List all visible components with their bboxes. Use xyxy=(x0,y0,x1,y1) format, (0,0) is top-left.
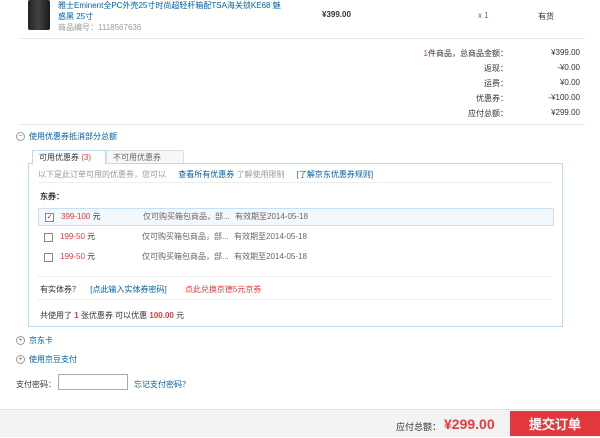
coupon-hint-suffix: 了解使用限制 xyxy=(236,170,285,179)
submit-order-button[interactable]: 提交订单 xyxy=(510,411,600,436)
summary-shipping-value: ¥0.00 xyxy=(559,78,580,87)
coupon-row[interactable]: 199-50 元 仅可购买箱包商品，部... 有效期至2014-05-18 xyxy=(38,249,552,265)
summary-payable-value: ¥299.00 xyxy=(551,108,580,117)
summary-payable: 应付总额： ¥299.00 xyxy=(360,108,580,123)
coupon-total-count: 1 xyxy=(74,311,79,320)
summary-goods-value: ¥399.00 xyxy=(551,48,580,57)
coupon-amount: 199-50 xyxy=(60,252,85,261)
physical-coupon-label: 有实体券？ xyxy=(40,285,80,294)
coupon-total-mid: 张优惠券 可以优惠 xyxy=(80,311,148,320)
product-quantity: x 1 xyxy=(478,11,489,20)
physical-coupon-row: 有实体券？ [点此输入实体券密码] 点此兑换京德5元京券 xyxy=(40,284,261,295)
coupon-rules-link[interactable]: [了解京东优惠券规则] xyxy=(297,170,373,179)
coupon-section-toggle[interactable]: − 使用优惠券抵消部分总额 xyxy=(16,131,117,142)
coupon-unit: 元 xyxy=(92,212,101,221)
coupon-checkbox[interactable] xyxy=(44,233,53,242)
expand-icon: + xyxy=(16,355,25,364)
summary-shipping: 运费： ¥0.00 xyxy=(360,78,580,93)
pay-password-input[interactable] xyxy=(58,374,128,390)
coupon-checkbox[interactable]: ✓ xyxy=(45,213,54,222)
coupon-amount: 399-100 xyxy=(61,212,91,221)
coupon-description: 仅可购买箱包商品，部... xyxy=(142,252,229,261)
jingdou-label: 使用京豆支付 xyxy=(29,355,77,364)
tab-available-label: 可用优惠券 xyxy=(39,153,79,162)
coupon-hint: 以下是此订单可用的优惠券，您可以 查看所有优惠券 了解使用限制 [了解京东优惠券… xyxy=(38,169,373,180)
summary-payable-label: 应付总额： xyxy=(468,109,508,118)
coupon-row[interactable]: 199-50 元 仅可购买箱包商品，部... 有效期至2014-05-18 xyxy=(38,229,552,245)
summary-shipping-label: 运费： xyxy=(484,79,508,88)
coupon-row[interactable]: ✓ 399-100 元 仅可购买箱包商品，部... 有效期至2014-05-18 xyxy=(38,208,554,226)
coupon-section-title: 使用优惠券抵消部分总额 xyxy=(29,132,117,141)
product-stock-status: 有货 xyxy=(538,12,554,21)
jingdou-toggle[interactable]: + 使用京豆支付 xyxy=(16,354,77,365)
coupon-expiry: 有效期至2014-05-18 xyxy=(235,212,308,221)
product-name-line1: 雅士Eminent全PC外壳25寸时尚超轻杆箱配TSA海关锁KE68 魅 xyxy=(58,1,281,10)
forgot-password-link[interactable]: 忘记支付密码？ xyxy=(134,379,190,390)
product-thumbnail[interactable] xyxy=(28,0,50,30)
summary-cashback-label: 返现： xyxy=(484,64,508,73)
pay-password-label: 支付密码： xyxy=(16,380,56,389)
product-name-line2: 惑黑 25寸 xyxy=(58,12,94,21)
product-price: ¥399.00 xyxy=(322,10,351,19)
coupon-description: 仅可购买箱包商品，部... xyxy=(142,232,229,241)
coupon-panel xyxy=(28,163,563,327)
jdcard-label: 京东卡 xyxy=(29,336,53,345)
product-code: 商品编号：1118567636 xyxy=(58,23,142,32)
jdcard-toggle[interactable]: + 京东卡 xyxy=(16,335,53,346)
summary-cashback-value: -¥0.00 xyxy=(557,63,580,72)
summary-coupon-label: 优惠券： xyxy=(476,94,508,103)
coupon-total-unit: 元 xyxy=(176,311,185,320)
coupon-total: 共使用了 1 张优惠券 可以优惠 100.00 元 xyxy=(40,310,184,321)
product-name-link[interactable]: 雅士Eminent全PC外壳25寸时尚超轻杆箱配TSA海关锁KE68 魅 惑黑 … xyxy=(58,0,288,22)
enter-physical-coupon-link[interactable]: [点此输入实体券密码] xyxy=(90,285,166,294)
coupon-description: 仅可购买箱包商品，部... xyxy=(143,212,230,221)
footer-total-label: 应付总额： xyxy=(396,422,442,432)
coupon-amount: 199-50 xyxy=(60,232,85,241)
summary-goods-label: 件商品，总商品金额： xyxy=(428,49,508,58)
coupon-checkbox[interactable] xyxy=(44,253,53,262)
summary-coupon-value: -¥100.00 xyxy=(548,93,580,102)
coupon-unit: 元 xyxy=(87,232,96,241)
coupon-group-label: 东券： xyxy=(40,192,64,201)
expand-icon: + xyxy=(16,336,25,345)
coupon-expiry: 有效期至2014-05-18 xyxy=(234,252,307,261)
coupon-expiry: 有效期至2014-05-18 xyxy=(234,232,307,241)
exchange-coupon-link[interactable]: 点此兑换京德5元京券 xyxy=(185,285,261,294)
summary-coupon: 优惠券： -¥100.00 xyxy=(360,93,580,108)
coupon-total-amount: 100.00 xyxy=(149,311,174,320)
tab-available-coupons[interactable]: 可用优惠券 (3) xyxy=(32,150,106,165)
footer-total-value: ¥299.00 xyxy=(444,416,495,432)
coupon-hint-text: 以下是此订单可用的优惠券，您可以 xyxy=(38,170,166,179)
tab-available-count: (3) xyxy=(81,153,92,162)
coupon-unit: 元 xyxy=(87,252,96,261)
view-all-coupons-link[interactable]: 查看所有优惠券 xyxy=(178,170,234,179)
collapse-icon: − xyxy=(16,132,25,141)
coupon-total-prefix: 共使用了 xyxy=(40,311,72,320)
summary-cashback: 返现： -¥0.00 xyxy=(360,63,580,78)
summary-goods-total: 1件商品，总商品金额： ¥399.00 xyxy=(360,48,580,63)
